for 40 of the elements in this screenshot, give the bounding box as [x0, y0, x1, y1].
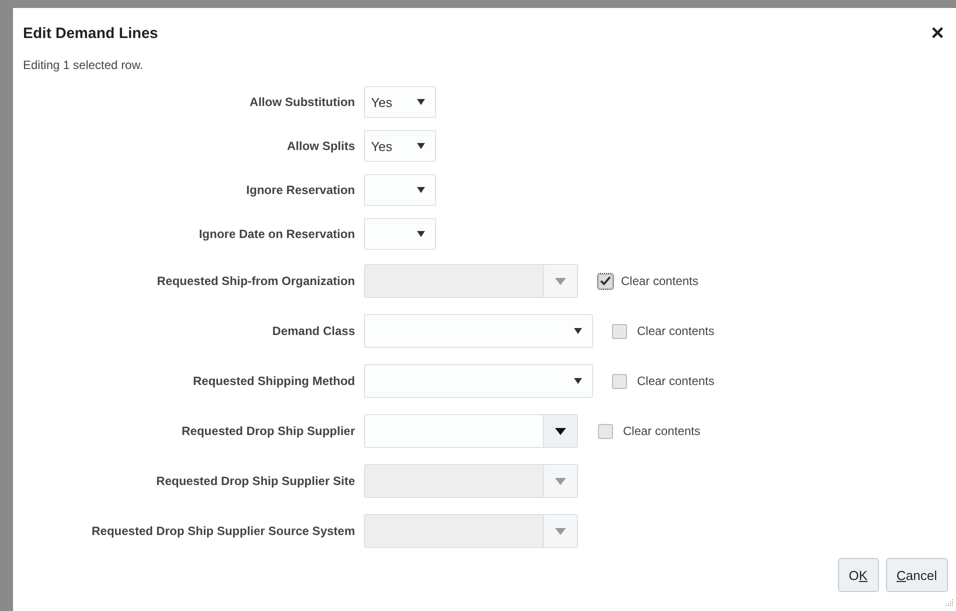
- field-label: Allow Substitution: [248, 95, 355, 109]
- caret-icon: [417, 99, 425, 105]
- select-field[interactable]: [364, 218, 436, 250]
- checkbox-label: Clear contents: [637, 374, 714, 388]
- field-label: Requested Drop Ship Supplier Source System: [90, 524, 355, 538]
- close-button[interactable]: ×: [927, 20, 948, 46]
- caret-icon: [555, 478, 566, 484]
- field-label: Requested Drop Ship Supplier: [180, 424, 355, 438]
- field-label: Ignore Reservation: [245, 183, 355, 197]
- field-label: Ignore Date on Reservation: [198, 227, 355, 241]
- checkbox[interactable]: [598, 424, 613, 438]
- select-field[interactable]: Yes: [364, 86, 436, 118]
- field-label: Requested Shipping Method: [192, 374, 355, 388]
- checkbox[interactable]: [598, 274, 613, 288]
- caret-icon: [555, 528, 566, 534]
- field-label: Demand Class: [271, 324, 355, 338]
- cancel-button[interactable]: Cancel: [886, 558, 948, 592]
- caret-icon: [574, 328, 582, 334]
- caret-icon: [417, 231, 425, 237]
- caret-icon: [555, 278, 566, 284]
- caret-icon: [417, 143, 425, 149]
- field-label: Requested Ship-from Organization: [156, 274, 355, 288]
- caret-icon: [574, 378, 582, 384]
- checkbox-label: Clear contents: [623, 424, 700, 438]
- ok-button[interactable]: OK: [838, 558, 879, 592]
- checkbox-label: Clear contents: [637, 324, 714, 338]
- field-label: Requested Drop Ship Supplier Site: [155, 474, 355, 488]
- select-field[interactable]: [364, 174, 436, 206]
- checkbox-label: Clear contents: [621, 274, 698, 288]
- select-field[interactable]: [364, 314, 593, 348]
- select-field[interactable]: Yes: [364, 130, 436, 162]
- field-label: Allow Splits: [286, 139, 355, 153]
- caret-icon: [555, 428, 566, 434]
- select-field[interactable]: [364, 364, 593, 398]
- checkbox[interactable]: [612, 324, 627, 338]
- checkbox[interactable]: [612, 374, 627, 388]
- dialog-title: Edit Demand Lines: [23, 24, 158, 42]
- dialog-subtitle: Editing 1 selected row.: [23, 58, 144, 74]
- combo-field[interactable]: [364, 414, 578, 448]
- caret-icon: [417, 187, 425, 193]
